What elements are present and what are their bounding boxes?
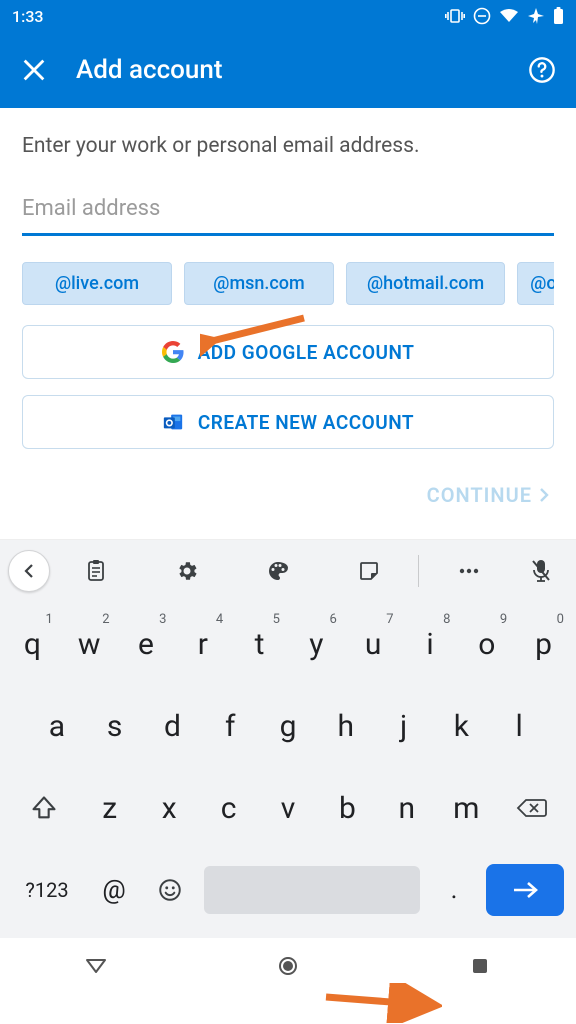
chevron-right-icon [538,487,550,503]
key-enter[interactable] [486,864,564,916]
keyboard-toolbar [0,540,576,602]
square-icon [470,956,490,976]
key-p[interactable]: p0 [515,608,572,680]
system-nav-bar [0,938,576,994]
kbd-row-3: z x c v b n m [4,772,572,844]
key-i[interactable]: i8 [402,608,459,680]
key-t[interactable]: t5 [231,608,288,680]
key-symbols[interactable]: ?123 [8,854,86,926]
key-at[interactable]: @ [86,854,142,926]
chevron-left-icon [22,563,36,579]
key-w[interactable]: w2 [61,608,118,680]
key-shift[interactable] [8,772,80,844]
kb-sticker-button[interactable] [323,560,414,582]
app-header: Add account [0,32,576,108]
chip-msn[interactable]: @msn.com [184,262,334,305]
backspace-icon [516,796,548,820]
create-new-account-label: CREATE NEW ACCOUNT [198,411,414,434]
status-time: 1:33 [12,7,44,26]
status-bar: 1:33 [0,0,576,32]
dnd-icon [473,7,491,25]
key-o[interactable]: o9 [458,608,515,680]
kb-clipboard-button[interactable] [50,559,141,583]
gear-icon [175,559,199,583]
email-input[interactable] [22,186,554,236]
continue-label: CONTINUE [427,483,532,507]
key-j[interactable]: j [375,690,433,762]
create-new-account-button[interactable]: CREATE NEW ACCOUNT [22,395,554,449]
outlook-icon [162,411,184,433]
key-period[interactable]: . [426,854,482,926]
circle-icon [277,955,299,977]
airplane-icon [527,7,545,25]
nav-back[interactable] [76,946,116,986]
domain-chips: @live.com @msn.com @hotmail.com @o [22,262,554,305]
status-icons [445,7,564,25]
key-v[interactable]: v [258,772,317,844]
close-button[interactable] [20,56,48,84]
key-f[interactable]: f [201,690,259,762]
kb-separator [418,555,419,587]
key-g[interactable]: g [259,690,317,762]
key-c[interactable]: c [199,772,258,844]
kbd-row-4: ?123 @ . [4,854,572,926]
sticker-icon [358,560,380,582]
google-icon [162,341,184,363]
content-area: Enter your work or personal email addres… [0,108,576,523]
key-z[interactable]: z [80,772,139,844]
key-backspace[interactable] [496,772,568,844]
kb-settings-button[interactable] [141,559,232,583]
kb-mic-button[interactable] [514,558,568,584]
help-button[interactable] [528,56,556,84]
chip-hotmail[interactable]: @hotmail.com [346,262,505,305]
key-s[interactable]: s [86,690,144,762]
mic-off-icon [530,558,552,584]
key-y[interactable]: y6 [288,608,345,680]
kb-collapse-button[interactable] [8,550,50,592]
continue-button[interactable]: CONTINUE [427,483,550,507]
key-n[interactable]: n [377,772,436,844]
nav-recents[interactable] [460,946,500,986]
key-l[interactable]: l [490,690,548,762]
key-a[interactable]: a [28,690,86,762]
key-emoji[interactable] [142,854,198,926]
key-d[interactable]: d [144,690,202,762]
page-title: Add account [76,55,500,85]
battery-icon [553,7,564,25]
palette-icon [266,559,290,583]
key-m[interactable]: m [437,772,496,844]
arrow-right-icon [510,880,540,900]
kbd-row-1: q1 w2 e3 r4 t5 y6 u7 i8 o9 p0 [4,608,572,680]
keyboard: q1 w2 e3 r4 t5 y6 u7 i8 o9 p0 a s d f g … [0,602,576,938]
close-icon [20,56,48,84]
chip-live[interactable]: @live.com [22,262,172,305]
key-x[interactable]: x [139,772,198,844]
more-icon [457,567,481,575]
key-r[interactable]: r4 [174,608,231,680]
emoji-icon [157,877,183,903]
prompt-text: Enter your work or personal email addres… [22,134,554,158]
kb-theme-button[interactable] [232,559,323,583]
key-space[interactable] [204,866,420,914]
triangle-down-icon [84,957,108,975]
nav-home[interactable] [268,946,308,986]
add-google-account-button[interactable]: ADD GOOGLE ACCOUNT [22,325,554,379]
help-icon [528,56,556,84]
key-b[interactable]: b [318,772,377,844]
clipboard-icon [85,559,107,583]
key-u[interactable]: u7 [345,608,402,680]
key-k[interactable]: k [432,690,490,762]
kbd-row-2: a s d f g h j k l [4,690,572,762]
vibrate-icon [445,8,465,24]
kb-more-button[interactable] [423,567,514,575]
shift-icon [30,794,58,822]
key-q[interactable]: q1 [4,608,61,680]
add-google-account-label: ADD GOOGLE ACCOUNT [198,341,415,364]
key-e[interactable]: e3 [118,608,175,680]
key-h[interactable]: h [317,690,375,762]
chip-overflow[interactable]: @o [517,262,554,305]
wifi-icon [499,8,519,24]
